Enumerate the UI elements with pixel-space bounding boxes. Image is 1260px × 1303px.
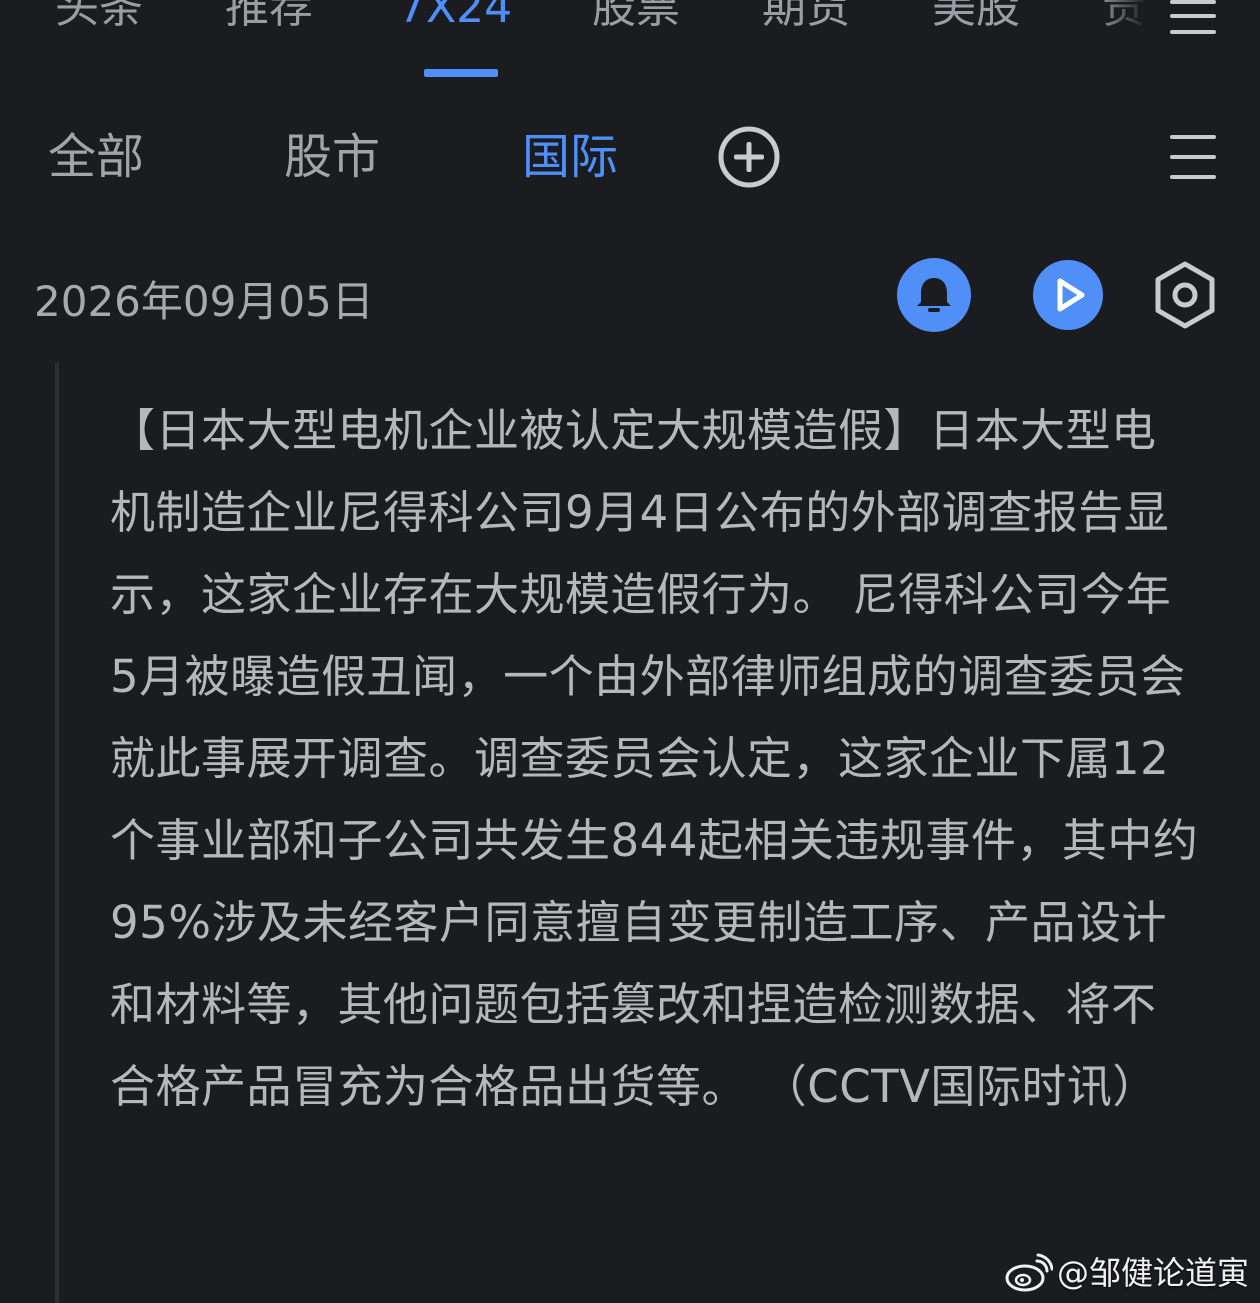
top-tab-bar: 头条 推荐 7X24 股票 期货 美股 贵 — [0, 0, 1260, 90]
play-icon — [1057, 278, 1085, 312]
news-text[interactable]: 【日本大型电机企业被认定大规模造假】日本大型电机制造企业尼得科公司9月4日公布的… — [110, 390, 1200, 1128]
sub-tab-all[interactable]: 全部 — [48, 125, 144, 189]
add-circle-icon[interactable] — [717, 125, 781, 189]
sub-tab-stock-market[interactable]: 股市 — [284, 125, 380, 189]
tab-fade-overlay — [1095, 0, 1170, 60]
top-tab-7x24[interactable]: 7X24 — [398, 0, 512, 38]
top-tab-us-stocks[interactable]: 美股 — [932, 0, 1020, 38]
play-button[interactable] — [1033, 260, 1103, 330]
sub-tab-international[interactable]: 国际 — [522, 125, 618, 189]
top-tab-stocks[interactable]: 股票 — [592, 0, 680, 38]
date-label: 2026年09月05日 — [34, 277, 374, 326]
weibo-logo — [1005, 1253, 1053, 1292]
hexagon-settings-icon[interactable] — [1152, 260, 1218, 330]
top-tab-recommended[interactable]: 推荐 — [225, 0, 313, 38]
bell-icon — [917, 278, 951, 312]
menu-icon[interactable] — [1170, 133, 1216, 181]
watermark-text: @邹健论道寅 — [1057, 1254, 1250, 1292]
top-tab-futures[interactable]: 期货 — [762, 0, 850, 38]
top-tab-headlines[interactable]: 头条 — [55, 0, 143, 38]
menu-icon[interactable] — [1170, 0, 1216, 40]
timeline-line — [55, 362, 59, 1303]
notification-button[interactable] — [897, 258, 971, 332]
watermark: @邹健论道寅 — [1005, 1250, 1249, 1296]
active-tab-indicator — [424, 69, 498, 77]
